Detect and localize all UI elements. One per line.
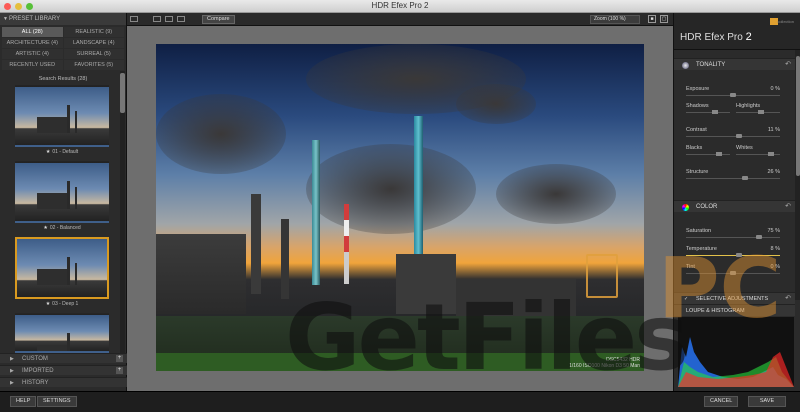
filter-favorites[interactable]: FAVORITES (5) bbox=[63, 60, 124, 70]
expand-arrow-icon: ▶ bbox=[10, 380, 14, 386]
section-custom[interactable]: ▶ CUSTOM + bbox=[0, 353, 127, 363]
contrast-slider[interactable]: Contrast 11 % bbox=[686, 127, 780, 141]
shadows-highlights-sliders: Shadows Highlights bbox=[686, 103, 780, 117]
zoom-select[interactable]: Zoom (100 %) bbox=[590, 15, 640, 24]
preset-list-scrollbar[interactable] bbox=[120, 71, 125, 359]
title-bar: HDR Efex Pro 2 bbox=[0, 0, 800, 13]
tonality-section-header[interactable]: TONALITY ↶ bbox=[674, 58, 795, 70]
panel-toggle-icon[interactable]: ▢ bbox=[660, 15, 668, 23]
color-section-header[interactable]: COLOR ↶ bbox=[674, 200, 795, 212]
blacks-whites-sliders: Blacks Whites bbox=[686, 145, 780, 159]
expand-arrow-icon: ▶ bbox=[10, 368, 14, 374]
top-toolbar: Compare Zoom (100 %) ■ ▢ bbox=[127, 13, 673, 26]
filter-artistic[interactable]: ARTISTIC (4) bbox=[2, 49, 63, 59]
help-button[interactable]: HELP bbox=[10, 396, 37, 407]
tonality-title: TONALITY bbox=[696, 62, 726, 68]
exposure-slider[interactable]: Exposure 0 % bbox=[686, 86, 780, 100]
split-view-icon[interactable] bbox=[165, 16, 173, 22]
single-view-icon[interactable] bbox=[153, 16, 161, 22]
structure-slider[interactable]: Structure 26 % bbox=[686, 169, 780, 183]
preset-thumbnail[interactable] bbox=[15, 313, 109, 353]
watermark-text: GetFiles bbox=[285, 284, 689, 391]
window-title: HDR Efex Pro 2 bbox=[371, 1, 429, 10]
filter-all[interactable]: ALL (28) bbox=[2, 27, 63, 37]
browser-toggle-icon[interactable] bbox=[130, 16, 138, 22]
preset-library-panel: ▼ PRESET LIBRARY ALL (28) REALISTIC (9) … bbox=[0, 13, 127, 391]
slider-handle[interactable] bbox=[730, 93, 736, 97]
section-label: HISTORY bbox=[22, 380, 49, 386]
filter-realistic[interactable]: REALISTIC (9) bbox=[63, 27, 124, 37]
color-wheel-icon bbox=[682, 204, 689, 211]
compare-button[interactable]: Compare bbox=[202, 15, 235, 24]
preset-list: ★ 01 - Default ★ 02 - Balanced ★ 03 - Deep … bbox=[12, 85, 112, 358]
cancel-button[interactable]: CANCEL bbox=[704, 396, 739, 407]
preset-item-balanced[interactable]: ★ 02 - Balanced bbox=[12, 161, 112, 232]
preset-library-header[interactable]: ▼ PRESET LIBRARY bbox=[0, 13, 126, 25]
shadows-slider[interactable]: Shadows bbox=[686, 103, 730, 117]
preset-filters: ALL (28) REALISTIC (9) ARCHITECTURE (4) … bbox=[0, 25, 126, 72]
brand-header: collection HDR Efex Pro 2 bbox=[674, 13, 800, 50]
add-icon[interactable]: + bbox=[116, 355, 123, 362]
preset-name: 03 - Deep 1 bbox=[52, 301, 79, 307]
blacks-slider[interactable]: Blacks bbox=[686, 145, 730, 159]
section-label: IMPORTED bbox=[22, 368, 54, 374]
bottom-bar: HELP SETTINGS CANCEL SAVE bbox=[0, 391, 800, 412]
section-label: CUSTOM bbox=[22, 356, 48, 362]
preset-name: 02 - Balanced bbox=[49, 225, 81, 231]
slider-handle[interactable] bbox=[742, 176, 748, 180]
save-button[interactable]: SAVE bbox=[748, 396, 786, 407]
reset-icon[interactable]: ↶ bbox=[785, 59, 791, 71]
reset-icon[interactable]: ↶ bbox=[785, 201, 791, 213]
star-icon[interactable]: ★ bbox=[46, 149, 50, 155]
filter-architecture[interactable]: ARCHITECTURE (4) bbox=[2, 38, 63, 48]
preset-library-title: PRESET LIBRARY bbox=[9, 16, 61, 22]
watermark-suffix: PC bbox=[658, 239, 782, 337]
add-icon[interactable]: + bbox=[116, 367, 123, 374]
preset-thumbnail[interactable] bbox=[15, 85, 109, 147]
slider-handle[interactable] bbox=[736, 134, 742, 138]
logo-text: collection bbox=[777, 19, 794, 24]
color-title: COLOR bbox=[696, 204, 718, 210]
filter-recently-used[interactable]: RECENTLY USED bbox=[2, 60, 63, 70]
section-history[interactable]: ▶ HISTORY bbox=[0, 377, 127, 387]
app-window: HDR Efex Pro 2 ▼ PRESET LIBRARY ALL (28)… bbox=[0, 0, 800, 412]
side-by-side-view-icon[interactable] bbox=[177, 16, 185, 22]
brand-title: HDR Efex Pro 2 bbox=[680, 31, 752, 43]
adjustments-scrollbar[interactable] bbox=[795, 50, 800, 300]
preset-thumbnail[interactable] bbox=[15, 161, 109, 223]
whites-slider[interactable]: Whites bbox=[736, 145, 780, 159]
preset-name: 01 - Default bbox=[52, 149, 79, 155]
collapse-arrow-icon: ▼ bbox=[3, 16, 8, 22]
filter-surreal[interactable]: SURREAL (5) bbox=[63, 49, 124, 59]
section-imported[interactable]: ▶ IMPORTED + bbox=[0, 365, 127, 375]
tonality-icon bbox=[682, 62, 689, 69]
preset-item-deep-1[interactable]: ★ 03 - Deep 1 bbox=[12, 237, 112, 308]
search-results-label: Search Results (28) bbox=[38, 76, 88, 82]
expand-arrow-icon: ▶ bbox=[10, 356, 14, 362]
scrollbar-thumb[interactable] bbox=[796, 56, 800, 176]
settings-button[interactable]: SETTINGS bbox=[37, 396, 77, 407]
preset-item-partial[interactable] bbox=[12, 313, 112, 353]
star-icon[interactable]: ★ bbox=[43, 225, 47, 231]
star-icon[interactable]: ★ bbox=[46, 301, 50, 307]
scrollbar-thumb[interactable] bbox=[120, 73, 125, 113]
highlights-slider[interactable]: Highlights bbox=[736, 103, 780, 117]
preset-item-default[interactable]: ★ 01 - Default bbox=[12, 85, 112, 156]
preset-thumbnail-selected[interactable] bbox=[15, 237, 109, 299]
background-color-icon[interactable]: ■ bbox=[648, 15, 656, 23]
filter-landscape[interactable]: LANDSCAPE (4) bbox=[63, 38, 124, 48]
